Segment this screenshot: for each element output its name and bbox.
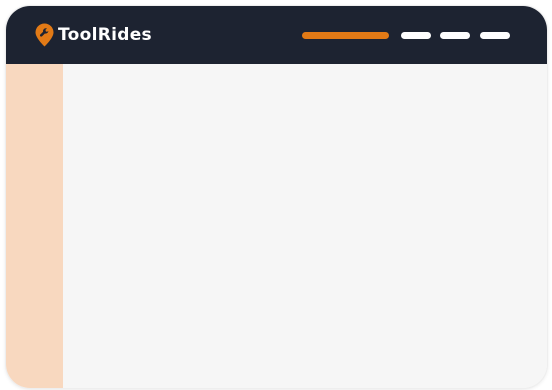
nav-item-4[interactable]: [480, 32, 510, 39]
top-nav-header: ToolRides: [6, 6, 547, 64]
nav-item-active[interactable]: [302, 32, 389, 39]
app-window: ToolRides: [6, 6, 547, 388]
nav-menu: [6, 6, 547, 64]
nav-item-3[interactable]: [440, 32, 470, 39]
main-content: [63, 64, 547, 388]
nav-item-2[interactable]: [401, 32, 431, 39]
sidebar: [6, 64, 63, 388]
